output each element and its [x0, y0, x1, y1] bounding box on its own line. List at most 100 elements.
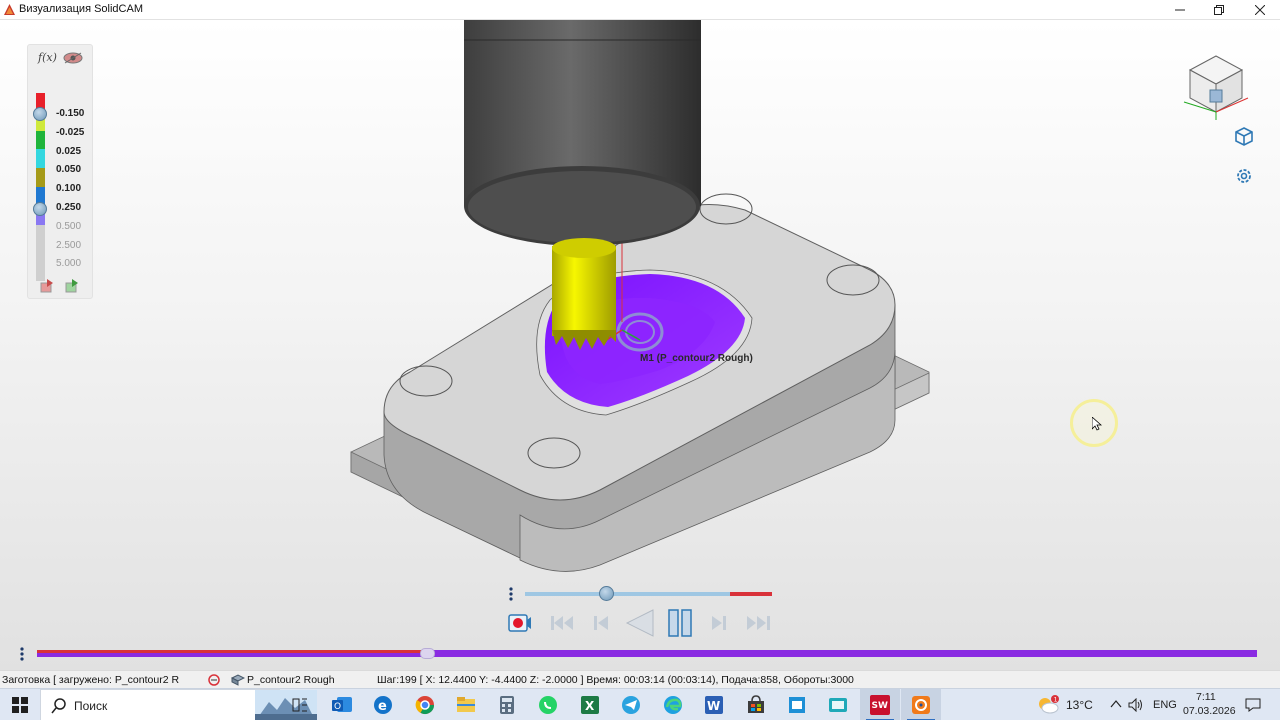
step-forward-icon [712, 616, 726, 630]
folder-icon [457, 697, 475, 712]
minimize-icon [1175, 9, 1185, 11]
toolpath-label: M1 (P_contour2 Rough) [640, 353, 753, 364]
legend-swatch [36, 243, 45, 263]
windows-logo-icon [12, 697, 28, 713]
solidworks-icon: SW [870, 695, 890, 715]
step-forward-button[interactable] [708, 609, 730, 637]
solidcam-icon [912, 696, 930, 714]
minimize-button[interactable] [1160, 0, 1200, 20]
taskbar-app-chrome[interactable] [405, 689, 445, 720]
speed-slider-max-zone [730, 592, 772, 596]
operation-type-icon [231, 674, 245, 686]
taskbar-app-screen-tool[interactable] [818, 689, 858, 720]
legend-value: 0.250 [56, 202, 82, 213]
simulation-progress-fill [37, 650, 428, 653]
weather-widget[interactable]: 1 13°C [1036, 689, 1093, 720]
status-stock: Заготовка [ загружено: P_contour2 R [2, 674, 180, 686]
pause-button[interactable] [666, 609, 694, 637]
legend-value: -0.150 [56, 108, 85, 119]
legend-swatch [36, 149, 45, 169]
chevron-up-icon[interactable] [1110, 698, 1122, 710]
task-view-icon [292, 698, 307, 712]
go-to-start-button[interactable] [548, 609, 576, 637]
taskbar-app-sticky-notes[interactable] [777, 689, 817, 720]
weather-badge: 1 [1054, 697, 1058, 704]
legend-value: 5.000 [56, 258, 82, 269]
simulation-progress-handle[interactable] [419, 648, 435, 659]
legend-value: 0.050 [56, 164, 82, 175]
legend-value: 0.500 [56, 221, 82, 232]
clock-time[interactable]: 7:11 [1196, 691, 1216, 703]
svg-text:e: e [378, 699, 387, 714]
taskbar: Поиск O e X W SW 1 13°C ENG 7:11 07.03.2… [0, 688, 1280, 720]
speed-slider-grip-icon [509, 587, 513, 601]
restore-button[interactable] [1199, 0, 1239, 20]
taskbar-app-excel[interactable]: X [570, 689, 610, 720]
input-language[interactable]: ENG [1153, 699, 1177, 711]
edge-legacy-icon: e [374, 696, 392, 714]
start-button[interactable] [0, 689, 40, 720]
notes-icon [789, 697, 805, 713]
record-button[interactable] [507, 609, 533, 637]
clock-date[interactable]: 07.03.2026 [1183, 705, 1236, 717]
legend-upper-handle[interactable] [33, 202, 47, 216]
close-button[interactable] [1240, 0, 1280, 20]
legend-value: -0.025 [56, 127, 85, 138]
taskbar-app-calculator[interactable] [487, 689, 527, 720]
eye-icon[interactable] [63, 52, 83, 64]
gear-icon[interactable] [1234, 166, 1254, 186]
machining-scene[interactable] [0, 20, 1280, 670]
step-back-button[interactable] [590, 609, 612, 637]
weather-temperature: 13°C [1066, 698, 1093, 712]
legend-value: 0.025 [56, 146, 82, 157]
restore-icon [1214, 5, 1224, 15]
operation-status-icon [208, 674, 220, 686]
cube-icon[interactable] [1234, 126, 1254, 146]
notifications-icon[interactable] [1245, 698, 1261, 712]
svg-text:O: O [334, 702, 341, 712]
view-cube-icon[interactable] [1178, 46, 1254, 120]
close-icon [1255, 5, 1265, 15]
spindle [464, 20, 701, 246]
legend-swatch [36, 224, 45, 244]
taskbar-app-edge-legacy[interactable]: e [363, 689, 403, 720]
taskbar-app-store[interactable] [736, 689, 776, 720]
screen-tool-icon [829, 698, 847, 712]
fx-icon[interactable]: f(x) [38, 51, 57, 64]
volume-icon[interactable] [1128, 698, 1144, 712]
step-back-icon [594, 616, 608, 630]
outlook-icon: O [332, 697, 352, 712]
stock-export-icon[interactable] [40, 279, 54, 293]
taskbar-app-solidcam[interactable] [901, 689, 941, 720]
title-bar: Визуализация SolidCAM [0, 0, 1280, 20]
simulation-viewport[interactable]: f(x) -0.150 -0.025 0.025 0.050 0.100 0.2… [0, 20, 1280, 670]
word-icon: W [705, 696, 723, 714]
record-icon [508, 614, 531, 632]
edge-icon [664, 696, 682, 714]
telegram-icon [622, 696, 640, 714]
play-backward-button[interactable] [624, 609, 656, 637]
whatsapp-icon [539, 696, 557, 714]
search-icon [51, 698, 66, 714]
taskbar-app-file-explorer[interactable] [446, 689, 486, 720]
taskbar-search[interactable]: Поиск [40, 689, 317, 720]
legend-lower-handle[interactable] [33, 107, 47, 121]
taskbar-app-word[interactable]: W [694, 689, 734, 720]
window-title: Визуализация SolidCAM [19, 3, 143, 15]
taskbar-app-edge[interactable] [653, 689, 693, 720]
taskbar-app-whatsapp[interactable] [528, 689, 568, 720]
taskbar-app-outlook[interactable]: O [322, 689, 362, 720]
skip-to-end-icon [747, 616, 770, 630]
mouse-pointer-icon [1092, 417, 1102, 431]
excel-icon: X [581, 696, 599, 714]
store-icon [748, 695, 764, 713]
go-to-end-button[interactable] [744, 609, 774, 637]
legend-swatch [36, 130, 45, 150]
model-export-icon[interactable] [65, 279, 79, 293]
taskbar-app-telegram[interactable] [611, 689, 651, 720]
skip-to-start-icon [551, 616, 573, 630]
progress-grip-icon [20, 647, 24, 661]
speed-slider-handle[interactable] [599, 586, 614, 601]
task-view-button[interactable] [280, 689, 320, 720]
taskbar-app-solidworks[interactable]: SW [860, 689, 900, 720]
